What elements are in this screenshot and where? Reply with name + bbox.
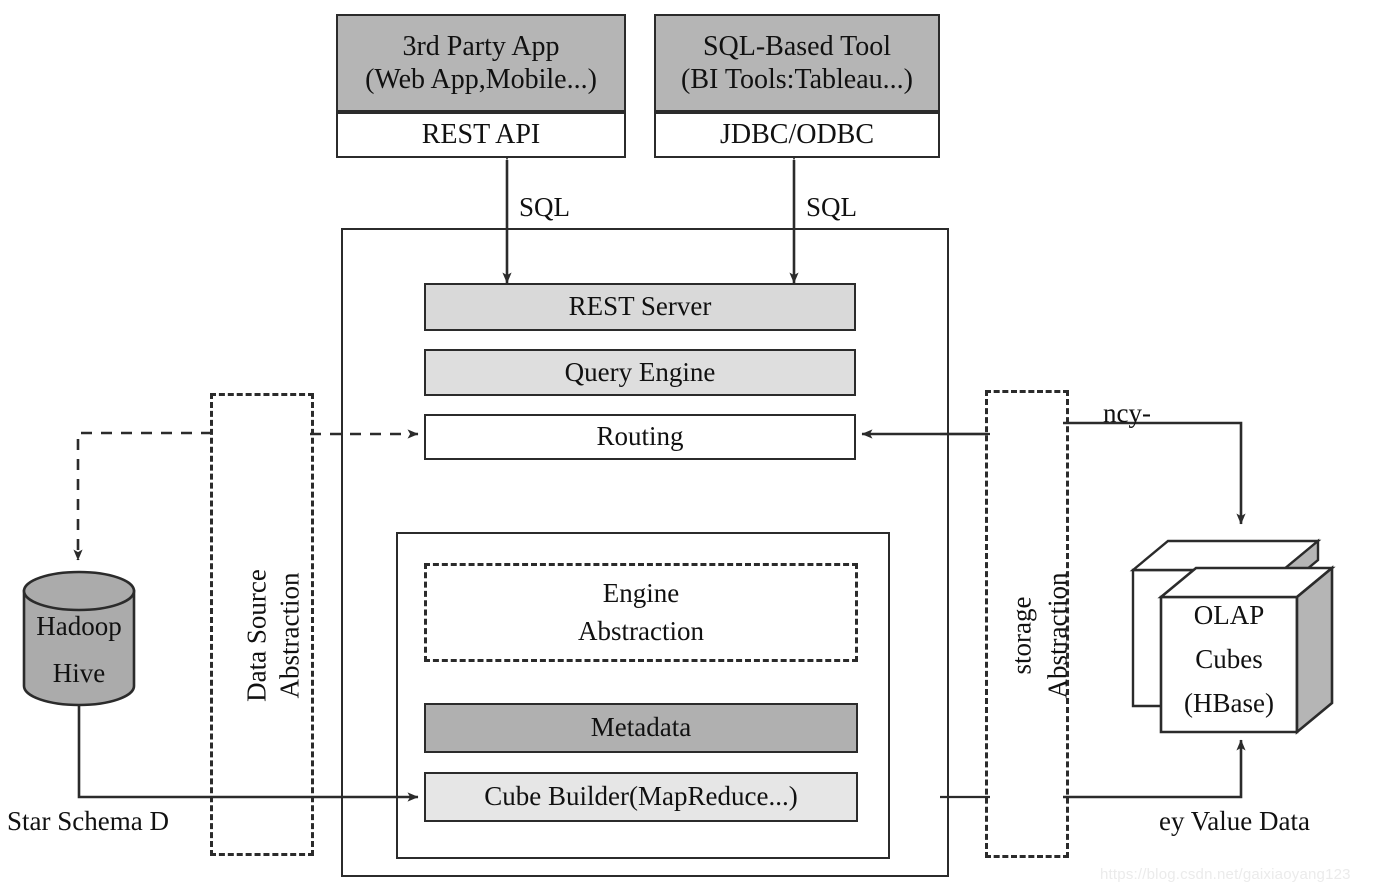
hadoop-hive-label-line2: Hive xyxy=(52,658,106,688)
third-party-app-title-line1: 3rd Party App xyxy=(402,30,560,62)
sql-tool-title-line1: SQL-Based Tool xyxy=(702,30,892,62)
metadata-box[interactable]: Metadata xyxy=(424,703,858,753)
rest-server-box[interactable]: REST Server xyxy=(424,283,856,331)
olap-cubes-label-line3: (HBase) xyxy=(1184,688,1274,718)
engine-abstraction-line2: Abstraction xyxy=(578,615,704,646)
cube-builder-box[interactable]: Cube Builder(MapReduce...) xyxy=(424,772,858,822)
jdbc-odbc-box[interactable]: JDBC/ODBC xyxy=(654,112,940,158)
sql-based-tool-box[interactable]: SQL-Based Tool (BI Tools:Tableau...) xyxy=(654,14,940,112)
storage-abstraction-word2: Abstraction xyxy=(1042,572,1073,699)
engine-abstraction-line1: Engine xyxy=(602,577,680,608)
storage-abstraction-word1: storage xyxy=(1006,596,1037,675)
routing-label: Routing xyxy=(596,421,684,452)
key-value-data-label: ey Value Data xyxy=(1159,806,1310,836)
cube-builder-label: Cube Builder(MapReduce...) xyxy=(484,781,798,812)
sql-label-left: SQL xyxy=(519,192,571,222)
query-engine-label: Query Engine xyxy=(564,356,716,387)
sql-tool-title-line2: (BI Tools:Tableau...) xyxy=(681,64,913,95)
sql-label-right: SQL xyxy=(806,192,858,222)
hadoop-hive-label-line1: Hadoop xyxy=(36,611,122,641)
third-party-app-box[interactable]: 3rd Party App (Web App,Mobile...) xyxy=(336,14,626,112)
olap-cubes-label-line1: OLAP xyxy=(1193,600,1265,630)
metadata-label: Metadata xyxy=(590,712,692,743)
data-source-abstraction-word1: Data Source xyxy=(241,569,272,702)
routing-box[interactable]: Routing xyxy=(424,414,856,460)
rest-api-box[interactable]: REST API xyxy=(336,112,626,158)
query-engine-box[interactable]: Query Engine xyxy=(424,349,856,396)
data-source-abstraction-word2: Abstraction xyxy=(274,572,305,699)
rest-server-label: REST Server xyxy=(568,291,712,322)
star-schema-label: Star Schema D xyxy=(7,806,169,836)
watermark: https://blog.csdn.net/gaixiaoyang123 xyxy=(1100,866,1351,883)
rest-api-label: REST API xyxy=(421,119,541,151)
ncy-label: ncy- xyxy=(1103,398,1151,428)
engine-abstraction-box[interactable]: Engine Abstraction xyxy=(424,563,858,662)
olap-cubes-label-line2: Cubes xyxy=(1195,644,1263,674)
diagram-canvas: 3rd Party App (Web App,Mobile...) REST A… xyxy=(0,0,1376,894)
third-party-app-title-line2: (Web App,Mobile...) xyxy=(365,64,597,95)
jdbc-odbc-label: JDBC/ODBC xyxy=(719,119,875,151)
